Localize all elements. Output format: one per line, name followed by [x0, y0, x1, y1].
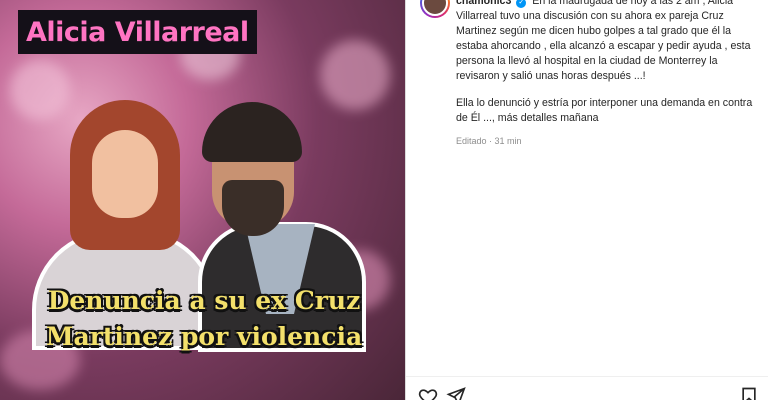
post-meta: Editado · 31 min	[456, 136, 522, 146]
share-icon[interactable]	[446, 386, 466, 400]
headline: Denuncia a su ex Cruz Martinez por viole…	[14, 283, 394, 355]
heart-icon[interactable]	[418, 386, 438, 400]
post-image[interactable]: Alicia Villarreal Denuncia a su ex Cruz …	[0, 0, 405, 400]
caption-paragraph-1: En la madrugada de hoy a las 2 am , Alic…	[456, 0, 751, 82]
action-bar	[406, 376, 768, 400]
headline-line-2: Martinez por violencia	[45, 322, 363, 351]
verified-icon: ✓	[516, 0, 527, 8]
avatar[interactable]	[420, 0, 450, 18]
caption: chamonic3 ✓ En la madrugada de hoy a las…	[456, 0, 756, 149]
banner-name: Alicia Villarreal	[26, 16, 249, 48]
bookmark-icon[interactable]	[739, 386, 759, 400]
caption-paragraph-2: Ella lo denunció y estría por interponer…	[456, 97, 753, 124]
name-banner: Alicia Villarreal	[18, 10, 257, 54]
bokeh-light	[320, 40, 390, 110]
headline-line-1: Denuncia a su ex Cruz	[47, 286, 361, 315]
bokeh-light	[10, 60, 70, 120]
post-side-panel: chamonic3 ✓ En la madrugada de hoy a las…	[405, 0, 768, 400]
author-username[interactable]: chamonic3	[456, 0, 511, 7]
